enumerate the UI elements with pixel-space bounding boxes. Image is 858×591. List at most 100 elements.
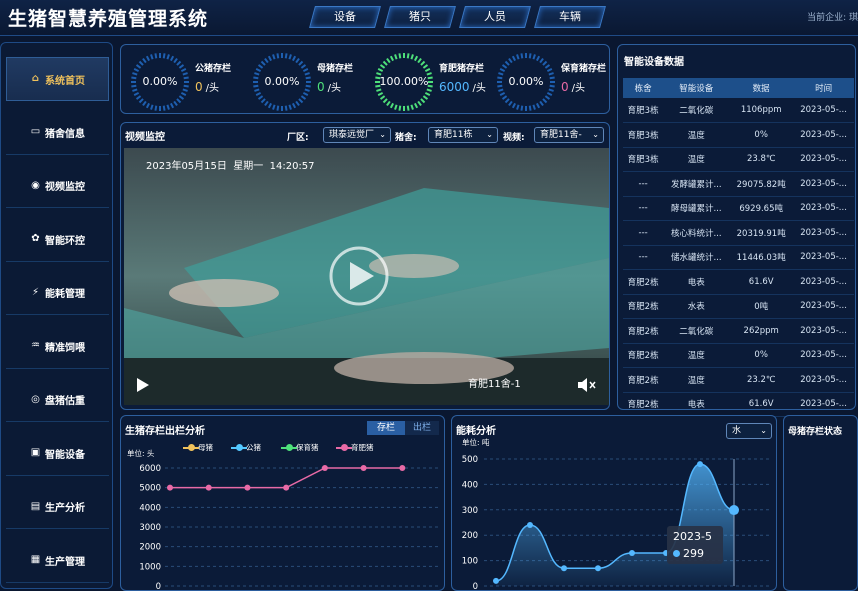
nav-button-devices[interactable]: 设备 [309,6,381,28]
table-cell: 1106ppm [729,98,794,123]
sidebar-item-4[interactable]: ⚡ 能耗管理 [6,271,109,315]
video-player[interactable]: 2023年05月15日 星期一 14:20:57 育肥11舍-1 [124,148,609,405]
sidebar-item-5[interactable]: ♒ 精准饲喂 [6,325,109,369]
sidebar-item-7[interactable]: ▣ 智能设备 [6,432,109,476]
table-row[interactable]: 育肥3栋 温度 0% 2023-05-... [623,122,854,148]
data-point[interactable] [493,577,499,584]
column-header: 栋舍 [623,78,664,98]
table-cell: 温度 [663,343,730,368]
sidebar-item-label: 生产分析 [45,503,85,514]
column-header: 智能设备 [663,78,730,98]
mute-icon[interactable] [577,377,597,397]
y-tick-label: 200 [462,531,478,541]
stat-number: 0 [195,80,203,94]
table-cell: 2023-05-... [793,318,854,344]
data-point[interactable] [244,484,251,491]
data-point[interactable] [595,565,601,572]
table-row[interactable]: --- 酵母罐累计... 6929.65吨 2023-05-... [623,196,854,221]
stat-label: 母猪存栏 [317,64,354,74]
y-tick-label: 1000 [139,562,161,572]
data-point[interactable] [629,549,635,556]
data-point[interactable] [697,461,703,468]
nav-button-vehicles[interactable]: 车辆 [534,6,606,28]
sidebar-item-1[interactable]: ▭ 猪舍信息 [6,111,109,155]
data-point[interactable] [205,484,212,491]
grid-icon: ▦ [30,554,41,565]
y-tick-label: 5000 [139,484,161,494]
table-cell: --- [623,196,664,221]
feeding-icon: ♒ [31,340,40,351]
y-tick-label: 100 [462,557,478,567]
video-select[interactable]: 育肥11舍- ⌄ [534,127,604,143]
table-cell: 酵母罐累计... [663,196,730,221]
sow-status-panel: 母猪存栏状态 [783,415,858,591]
table-row[interactable]: 育肥3栋 二氧化碳 1106ppm 2023-05-... [623,98,854,123]
table-row[interactable]: 育肥2栋 二氧化碳 262ppm 2023-05-... [623,318,854,344]
table-cell: 温度 [663,122,730,148]
nav-button-pigs[interactable]: 猪只 [384,6,456,28]
tooltip-value: 299 [683,547,704,560]
table-row[interactable]: 育肥3栋 温度 23.8℃ 2023-05-... [623,147,854,172]
table-row[interactable]: --- 储水罐统计... 11446.03吨 2023-05-... [623,245,854,270]
sidebar-item-8[interactable]: ▤ 生产分析 [6,485,109,529]
data-point[interactable] [561,565,567,572]
video-title: 视频监控 [125,132,165,143]
stat-unit: /头 [472,83,486,94]
table-row[interactable]: 育肥2栋 温度 0% 2023-05-... [623,343,854,368]
stat-card: 0.00% 母猪存栏 0/头 [251,51,369,115]
sidebar-item-2[interactable]: ◉ 视频监控 [6,164,109,208]
sidebar-item-label: 精准饲喂 [45,342,85,354]
y-tick-label: 500 [462,455,478,465]
stat-unit: /头 [327,83,342,94]
data-point[interactable] [321,465,328,471]
analysis-icon: ▤ [30,500,41,512]
table-cell: 23.8℃ [729,147,794,172]
filter-label-farm: 厂区: [287,133,309,143]
sidebar-item-label: 视频监控 [45,182,85,193]
sidebar-item-6[interactable]: ◎ 盘猪估重 [6,378,109,422]
inventory-line-chart: 6000 5000 4000 3000 2000 1000 0 [139,464,439,590]
app-title: 生猪智慧养殖管理系统 [8,8,209,30]
camera-label: 育肥11舍-1 [468,379,521,390]
data-point[interactable] [283,484,290,491]
barn-select[interactable]: 育肥11栋 ⌄ [428,127,498,143]
table-row[interactable]: 育肥2栋 温度 23.2℃ 2023-05-... [623,367,854,393]
table-cell: 23.2℃ [729,367,794,393]
stat-number: 0 [561,80,569,94]
stat-value: 0/头 [195,79,219,94]
stat-number: 0 [317,80,325,94]
stat-unit: /头 [571,83,586,94]
table-cell: 6929.65吨 [729,196,794,221]
data-point[interactable] [167,484,173,491]
nav-button-staff[interactable]: 人员 [459,6,531,28]
sidebar-item-0[interactable]: ⌂ 系统首页 [6,57,109,101]
table-cell: --- [623,245,664,270]
table-cell: 2023-05-... [793,98,854,123]
y-tick-label: 400 [462,480,478,490]
sidebar-item-3[interactable]: ✿ 智能环控 [6,218,109,262]
sow-status-title: 母猪存栏状态 [788,427,843,437]
play-icon[interactable] [136,377,150,397]
data-point[interactable] [360,465,367,471]
table-cell: 11446.03吨 [729,245,794,270]
sidebar-item-label: 能耗管理 [45,289,85,300]
data-point[interactable] [399,465,406,471]
table-cell: 发酵罐累计... [663,171,730,197]
table-row[interactable]: --- 发酵罐累计... 29075.82吨 2023-05-... [623,171,854,197]
stat-unit: /头 [205,83,220,94]
data-point[interactable] [527,522,533,529]
table-row[interactable]: 育肥2栋 电表 61.6V 2023-05-... [623,269,854,295]
table-row[interactable]: --- 核心料统计... 20319.91吨 2023-05-... [623,220,854,246]
table-cell: 2023-05-... [793,171,854,197]
sidebar-item-label: 猪舍信息 [45,128,85,140]
table-row[interactable]: 育肥2栋 电表 61.6V 2023-05-... [623,392,854,417]
data-point[interactable] [729,505,739,516]
chart-tooltip: 2023-5 299 [667,526,723,564]
y-tick-label: 300 [462,506,478,516]
table-cell: 核心料统计... [663,220,730,246]
table-cell: 2023-05-... [793,392,854,417]
sidebar-item-9[interactable]: ▦ 生产管理 [6,539,109,583]
table-row[interactable]: 育肥2栋 水表 0吨 2023-05-... [623,294,854,319]
farm-select[interactable]: 琪泰远觉厂 ⌄ [323,127,391,143]
tooltip-dot [673,550,680,557]
